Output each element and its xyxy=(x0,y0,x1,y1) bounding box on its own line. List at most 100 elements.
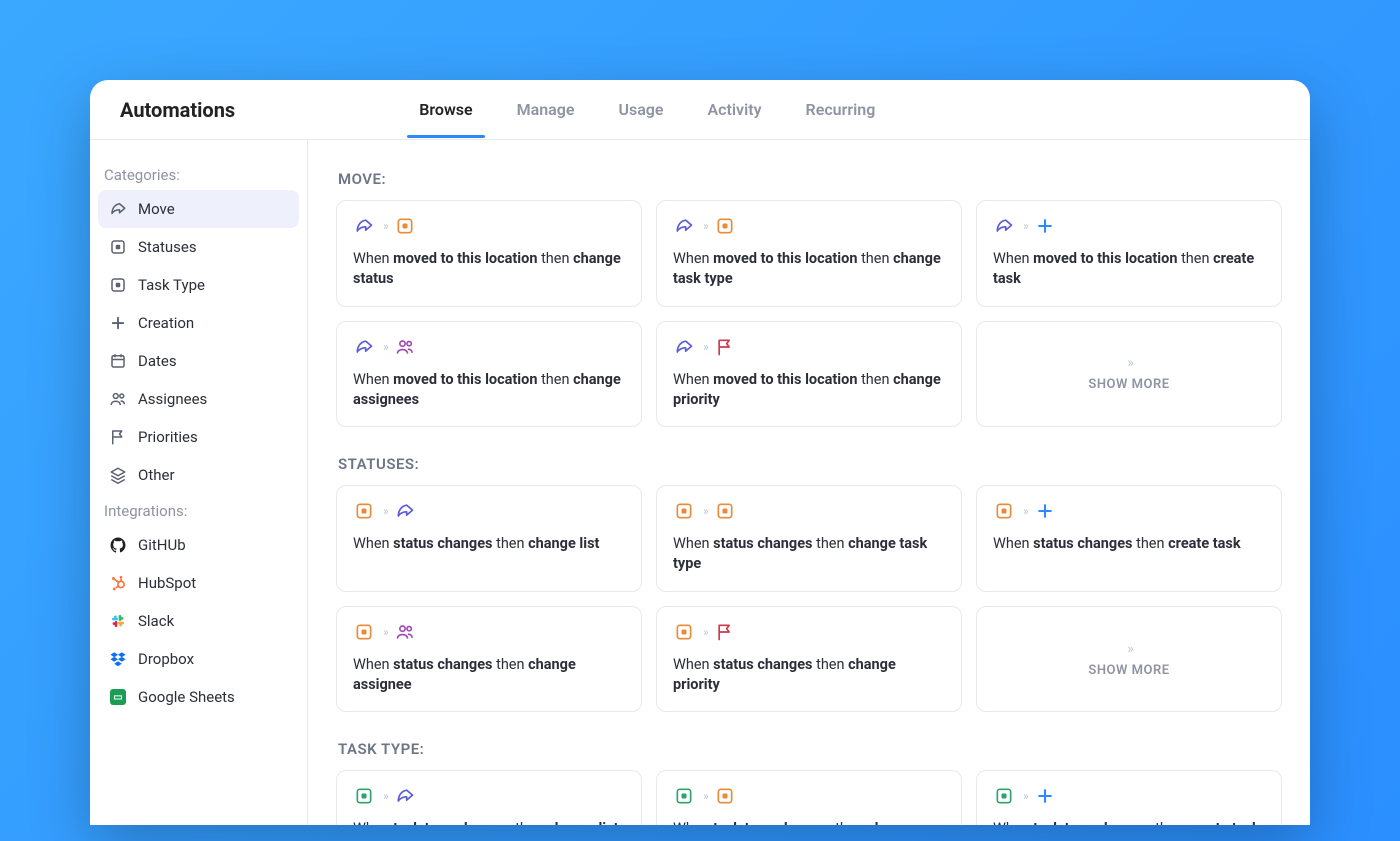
chevron-right-icon: » xyxy=(383,789,386,803)
move-grid: » When moved to this location then chang… xyxy=(336,200,1282,427)
hubspot-icon xyxy=(108,573,128,593)
sidebar-item-dates[interactable]: Dates xyxy=(98,342,299,380)
dropbox-icon xyxy=(108,649,128,669)
automation-card[interactable]: » When status changes then create task xyxy=(976,485,1282,592)
show-more-button[interactable]: » SHOW MORE xyxy=(976,321,1282,428)
date-icon xyxy=(108,351,128,371)
card-icons: » xyxy=(993,500,1265,522)
automation-card[interactable]: » When moved to this location then creat… xyxy=(976,200,1282,307)
share-icon xyxy=(353,336,375,358)
automation-card[interactable]: » When moved to this location then chang… xyxy=(656,321,962,428)
status-green-icon xyxy=(673,785,695,807)
sidebar-item-label: Google Sheets xyxy=(138,688,235,706)
sidebar-item-priorities[interactable]: Priorities xyxy=(98,418,299,456)
card-text: When moved to this location then change … xyxy=(353,370,625,411)
automation-card[interactable]: » When moved to this location then chang… xyxy=(336,200,642,307)
move-icon xyxy=(108,199,128,219)
people-purple-icon xyxy=(394,621,416,643)
card-icons: » xyxy=(353,336,625,358)
sheets-icon: ▭ xyxy=(108,687,128,707)
statuses-grid: » When status changes then change list »… xyxy=(336,485,1282,712)
tab-recurring[interactable]: Recurring xyxy=(802,82,880,137)
sidebar-item-label: Priorities xyxy=(138,428,198,446)
status-orange-icon xyxy=(673,621,695,643)
automation-card[interactable]: » When status changes then change priori… xyxy=(656,606,962,713)
automation-card[interactable]: » When status changes then change assign… xyxy=(336,606,642,713)
section-title-statuses: STATUSES: xyxy=(338,455,1282,473)
flag-red-icon xyxy=(714,336,736,358)
tab-usage[interactable]: Usage xyxy=(614,82,667,137)
plus-blue-icon xyxy=(1034,785,1056,807)
card-text: When status changes then create task xyxy=(993,534,1265,554)
sidebar: Categories: Move Statuses Task Type Crea… xyxy=(90,140,308,825)
card-icons: » xyxy=(673,215,945,237)
flag-red-icon xyxy=(714,621,736,643)
people-icon xyxy=(108,389,128,409)
chevron-right-icon: » xyxy=(1023,504,1026,518)
automation-card[interactable]: » When status changes then change task t… xyxy=(656,485,962,592)
people-purple-icon xyxy=(394,336,416,358)
card-icons: » xyxy=(673,500,945,522)
automation-card[interactable]: » When moved to this location then chang… xyxy=(656,200,962,307)
show-more-label: SHOW MORE xyxy=(1088,377,1169,392)
automation-card[interactable]: » When moved to this location then chang… xyxy=(336,321,642,428)
status-orange-icon xyxy=(394,215,416,237)
status-icon xyxy=(108,275,128,295)
chevron-right-icon: » xyxy=(1127,355,1131,371)
status-orange-icon xyxy=(353,621,375,643)
sidebar-item-move[interactable]: Move xyxy=(98,190,299,228)
show-more-button[interactable]: » SHOW MORE xyxy=(976,606,1282,713)
card-text: When moved to this location then change … xyxy=(353,249,625,290)
card-icons: » xyxy=(353,500,625,522)
card-text: When task type changes then create task xyxy=(993,819,1265,825)
card-text: When moved to this location then create … xyxy=(993,249,1265,290)
sidebar-heading-integrations: Integrations: xyxy=(98,494,299,526)
sidebar-item-label: Slack xyxy=(138,612,174,630)
share-icon xyxy=(673,336,695,358)
task-type-grid: » When task type changes then change lis… xyxy=(336,770,1282,825)
status-orange-icon xyxy=(673,500,695,522)
sidebar-item-creation[interactable]: Creation xyxy=(98,304,299,342)
share-icon xyxy=(673,215,695,237)
chevron-right-icon: » xyxy=(1023,789,1026,803)
tab-manage[interactable]: Manage xyxy=(513,82,579,137)
card-text: When moved to this location then change … xyxy=(673,249,945,290)
sidebar-heading-categories: Categories: xyxy=(98,158,299,190)
chevron-right-icon: » xyxy=(383,219,386,233)
sidebar-item-google-sheets[interactable]: ▭ Google Sheets xyxy=(98,678,299,716)
chevron-right-icon: » xyxy=(1023,219,1026,233)
chevron-right-icon: » xyxy=(383,504,386,518)
tab-activity[interactable]: Activity xyxy=(704,82,766,137)
sidebar-item-slack[interactable]: Slack xyxy=(98,602,299,640)
tab-browse[interactable]: Browse xyxy=(415,82,476,137)
card-icons: » xyxy=(673,336,945,358)
sidebar-item-hubspot[interactable]: HubSpot xyxy=(98,564,299,602)
sidebar-item-assignees[interactable]: Assignees xyxy=(98,380,299,418)
chevron-right-icon: » xyxy=(703,504,706,518)
sidebar-item-label: Statuses xyxy=(138,238,197,256)
show-more-label: SHOW MORE xyxy=(1088,663,1169,678)
section-title-move: MOVE: xyxy=(338,170,1282,188)
card-text: When task type changes then change list xyxy=(353,819,625,825)
card-icons: » xyxy=(353,215,625,237)
section-title-task-type: TASK TYPE: xyxy=(338,740,1282,758)
sidebar-item-label: Assignees xyxy=(138,390,207,408)
automation-card[interactable]: » When task type changes then create tas… xyxy=(976,770,1282,825)
automation-card[interactable]: » When task type changes then change xyxy=(656,770,962,825)
automation-card[interactable]: » When task type changes then change lis… xyxy=(336,770,642,825)
sidebar-item-dropbox[interactable]: Dropbox xyxy=(98,640,299,678)
sidebar-item-github[interactable]: GitHUb xyxy=(98,526,299,564)
card-text: When status changes then change task typ… xyxy=(673,534,945,575)
sidebar-item-label: Task Type xyxy=(138,276,205,294)
sidebar-item-task-type[interactable]: Task Type xyxy=(98,266,299,304)
sidebar-item-statuses[interactable]: Statuses xyxy=(98,228,299,266)
automation-card[interactable]: » When status changes then change list xyxy=(336,485,642,592)
share-icon xyxy=(993,215,1015,237)
chevron-right-icon: » xyxy=(1127,641,1131,657)
status-orange-icon xyxy=(714,215,736,237)
flag-icon xyxy=(108,427,128,447)
sidebar-item-label: GitHUb xyxy=(138,536,186,554)
page-title: Automations xyxy=(120,98,235,122)
sidebar-item-other[interactable]: Other xyxy=(98,456,299,494)
card-text: When status changes then change list xyxy=(353,534,625,554)
